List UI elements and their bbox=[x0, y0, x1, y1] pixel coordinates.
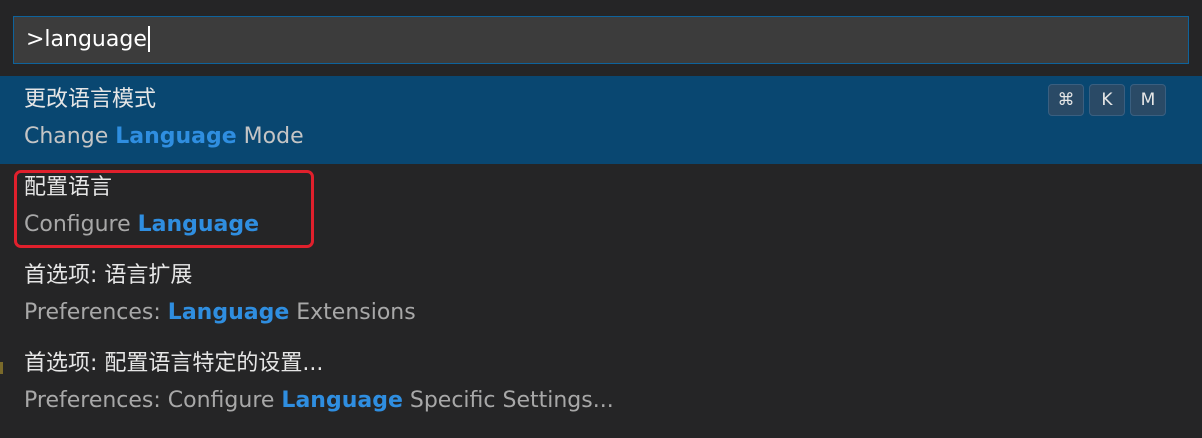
key-m: M bbox=[1130, 84, 1166, 116]
command-palette: >language 更改语言模式 Change Language Mode ⌘ … bbox=[0, 0, 1202, 438]
command-item-language-specific-settings[interactable]: 首选项: 配置语言特定的设置... Preferences: Configure… bbox=[0, 340, 1202, 428]
command-item-title: 首选项: 语言扩展 bbox=[24, 263, 193, 288]
command-input[interactable]: >language bbox=[13, 16, 1189, 64]
command-item-subtitle: Preferences: Configure Language Specific… bbox=[24, 388, 614, 413]
command-key-icon: ⌘ bbox=[1048, 84, 1084, 116]
match-highlight: Language bbox=[167, 300, 290, 325]
command-item-language-extensions[interactable]: 首选项: 语言扩展 Preferences: Language Extensio… bbox=[0, 252, 1202, 340]
command-item-subtitle: Change Language Mode bbox=[24, 124, 304, 149]
keybinding: ⌘ K M bbox=[1048, 84, 1166, 116]
command-item-change-language-mode[interactable]: 更改语言模式 Change Language Mode ⌘ K M bbox=[0, 76, 1202, 164]
command-item-subtitle: Configure Language bbox=[24, 212, 260, 237]
key-k: K bbox=[1089, 84, 1125, 116]
match-highlight: Language bbox=[115, 124, 237, 149]
text-caret bbox=[147, 26, 150, 52]
command-item-title: 首选项: 配置语言特定的设置... bbox=[24, 351, 324, 376]
command-input-value: >language bbox=[26, 27, 147, 52]
match-highlight: Language bbox=[137, 212, 260, 237]
command-item-subtitle: Preferences: Language Extensions bbox=[24, 300, 416, 325]
match-highlight: Language bbox=[281, 388, 403, 413]
command-item-title: 配置语言 bbox=[24, 175, 113, 200]
gutter-mark bbox=[0, 362, 3, 374]
command-item-configure-language[interactable]: 配置语言 Configure Language bbox=[0, 164, 1202, 252]
command-item-title: 更改语言模式 bbox=[24, 87, 157, 112]
command-list: 更改语言模式 Change Language Mode ⌘ K M 配置语言 C… bbox=[0, 76, 1202, 428]
